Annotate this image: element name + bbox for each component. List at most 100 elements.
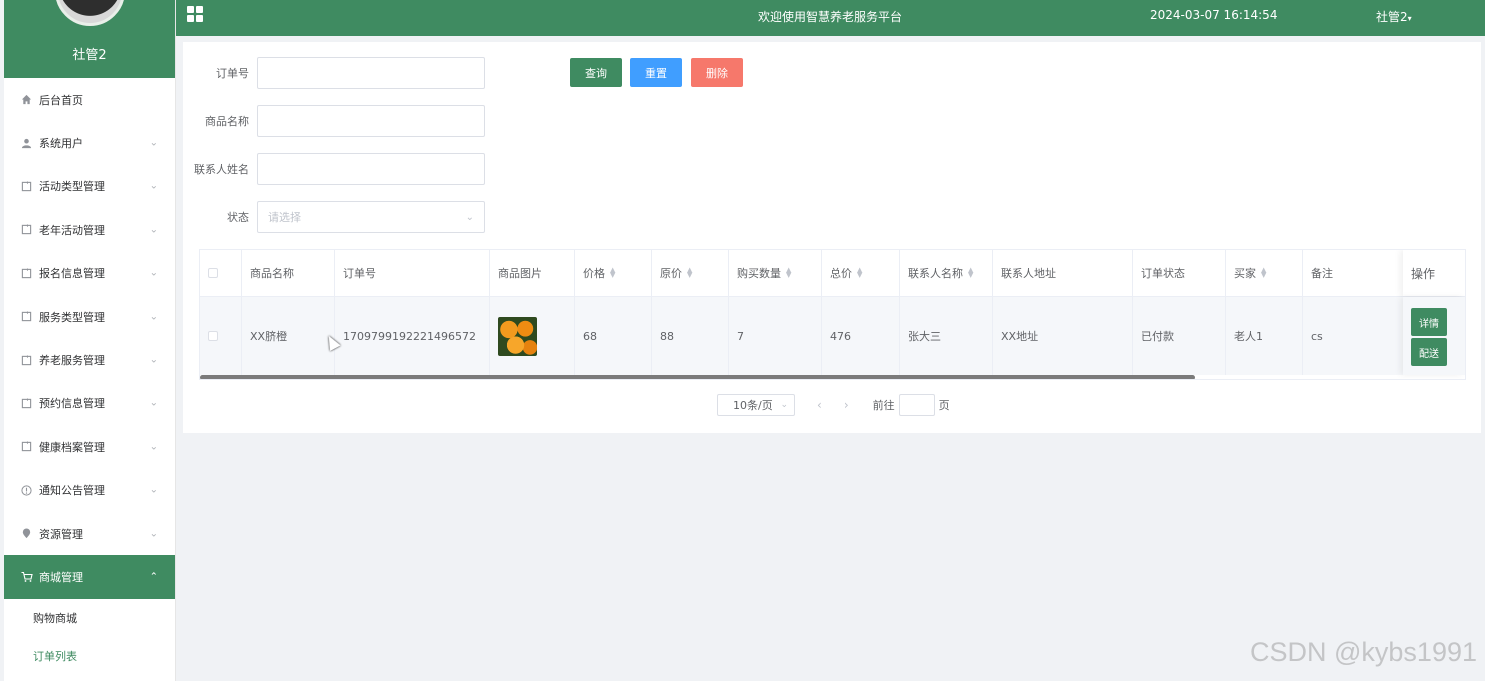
header-contact-name[interactable]: 联系人名称 ▲ ▼ xyxy=(900,250,993,296)
status-label: 状态 xyxy=(227,211,249,224)
sort-icon[interactable]: ▲ ▼ xyxy=(968,267,973,279)
home-icon xyxy=(20,93,33,106)
top-bar: 欢迎使用智慧养老服务平台 2024-03-07 16:14:54 社管2▾ xyxy=(176,0,1485,36)
header-buyer[interactable]: 买家 ▲ ▼ xyxy=(1226,250,1303,296)
document-icon xyxy=(20,223,33,236)
sidebar-item-system-users[interactable]: 系统用户 ⌄ xyxy=(4,121,175,164)
cell-quantity: 7 xyxy=(729,297,822,375)
cart-icon xyxy=(20,570,33,583)
current-datetime: 2024-03-07 16:14:54 xyxy=(1150,8,1278,22)
cell-order-status: 已付款 xyxy=(1133,297,1226,375)
header-original-price[interactable]: 原价 ▲ ▼ xyxy=(652,250,729,296)
sidebar-item-notices[interactable]: 通知公告管理 ⌄ xyxy=(4,469,175,512)
cell-product-image xyxy=(490,297,575,375)
chevron-down-icon: ⌄ xyxy=(149,137,158,149)
chevron-down-icon: ⌄ xyxy=(149,354,158,366)
user-dropdown[interactable]: 社管2▾ xyxy=(1376,8,1412,25)
cell-contact-address: XX地址 xyxy=(993,297,1133,375)
page-size-select[interactable]: 10条/页 ⌄ xyxy=(717,394,795,416)
horizontal-scrollbar[interactable] xyxy=(200,375,1195,379)
document-icon xyxy=(20,440,33,453)
sidebar-item-service-type[interactable]: 服务类型管理 ⌄ xyxy=(4,295,175,338)
row-select-cell xyxy=(200,297,242,375)
document-icon xyxy=(20,180,33,193)
header-price[interactable]: 价格 ▲ ▼ xyxy=(575,250,652,296)
sidebar-username: 社管2 xyxy=(72,48,107,63)
row-checkbox[interactable] xyxy=(208,331,218,341)
cell-actions: 详情 配送 xyxy=(1403,297,1465,375)
menu-grid-icon[interactable] xyxy=(187,6,203,22)
sidebar-item-label: 后台首页 xyxy=(39,93,83,107)
watermark: CSDN @kybs1991 xyxy=(1250,637,1477,667)
status-select[interactable]: 请选择 ⌄ xyxy=(257,201,485,233)
filter-status: 状态 请选择 ⌄ xyxy=(183,201,485,233)
query-button[interactable]: 查询 xyxy=(570,58,622,87)
table-header: 商品名称 订单号 商品图片 价格 ▲ ▼ 原价 ▲ ▼ 购买数量 ▲ ▼ 总价 ▲ ▼ 联系人名… xyxy=(200,250,1465,297)
sidebar-item-label: 老年活动管理 xyxy=(39,223,105,237)
goto-page-input[interactable] xyxy=(898,394,935,416)
sidebar-item-mall[interactable]: 商城管理 ⌃ xyxy=(4,555,175,599)
sort-icon[interactable]: ▲ ▼ xyxy=(786,267,791,279)
sidebar-item-label: 系统用户 xyxy=(39,137,83,151)
sidebar-item-label: 报名信息管理 xyxy=(39,267,105,281)
sidebar-item-appointment[interactable]: 预约信息管理 ⌄ xyxy=(4,382,175,425)
location-icon xyxy=(20,527,33,540)
header-label: 联系人名称 xyxy=(908,267,963,280)
contact-name-label: 联系人姓名 xyxy=(194,163,249,176)
product-name-label: 商品名称 xyxy=(205,115,249,128)
chevron-down-icon: ⌄ xyxy=(780,400,788,410)
contact-name-input[interactable] xyxy=(257,153,485,185)
sidebar-item-resources[interactable]: 资源管理 ⌄ xyxy=(4,512,175,555)
cell-product-name: XX脐橙 xyxy=(242,297,335,375)
delete-button[interactable]: 删除 xyxy=(691,58,743,87)
select-all-checkbox[interactable] xyxy=(208,268,218,278)
detail-button[interactable]: 详情 xyxy=(1411,308,1447,336)
header-label: 购买数量 xyxy=(737,267,781,280)
next-page-icon[interactable]: › xyxy=(844,398,849,412)
chevron-down-icon: ⌄ xyxy=(149,484,158,496)
chevron-down-icon: ⌄ xyxy=(149,224,158,236)
sort-icon[interactable]: ▲ ▼ xyxy=(857,267,862,279)
cell-total: 476 xyxy=(822,297,900,375)
goto-label: 前往 xyxy=(872,399,895,412)
table-row: XX脐橙 1709799192221496572 68 88 7 476 张大三… xyxy=(200,297,1465,375)
document-icon xyxy=(20,310,33,323)
sidebar-item-health-records[interactable]: 健康档案管理 ⌄ xyxy=(4,425,175,468)
sidebar-item-home[interactable]: 后台首页 xyxy=(4,78,175,121)
sidebar-item-elderly-activity[interactable]: 老年活动管理 ⌄ xyxy=(4,208,175,251)
sort-icon[interactable]: ▲ ▼ xyxy=(610,267,615,279)
header-quantity[interactable]: 购买数量 ▲ ▼ xyxy=(729,250,822,296)
sidebar-item-label: 资源管理 xyxy=(39,527,83,541)
content-panel: 订单号 商品名称 联系人姓名 状态 请选择 ⌄ 查询 重置 删除 商品名称 订单… xyxy=(183,42,1481,433)
chevron-down-icon: ⌄ xyxy=(465,211,474,223)
header-total[interactable]: 总价 ▲ ▼ xyxy=(822,250,900,296)
header-product-name: 商品名称 xyxy=(242,250,335,296)
sort-icon[interactable]: ▲ ▼ xyxy=(1261,267,1266,279)
orders-table: 商品名称 订单号 商品图片 价格 ▲ ▼ 原价 ▲ ▼ 购买数量 ▲ ▼ 总价 ▲ ▼ 联系人名… xyxy=(199,249,1466,380)
deliver-button[interactable]: 配送 xyxy=(1411,338,1447,366)
chevron-down-icon: ⌄ xyxy=(149,311,158,323)
header-label: 原价 xyxy=(660,267,682,280)
chevron-down-icon: ⌄ xyxy=(149,180,158,192)
reset-button[interactable]: 重置 xyxy=(630,58,682,87)
sidebar-item-elderly-service[interactable]: 养老服务管理 ⌄ xyxy=(4,338,175,381)
product-thumbnail[interactable] xyxy=(498,316,537,356)
document-icon xyxy=(20,397,33,410)
sidebar-item-label: 通知公告管理 xyxy=(39,484,105,498)
sidebar-subitem-shop[interactable]: 购物商城 xyxy=(4,599,175,637)
platform-title: 欢迎使用智慧养老服务平台 xyxy=(758,10,903,24)
sidebar-item-registration[interactable]: 报名信息管理 ⌄ xyxy=(4,252,175,295)
order-no-input[interactable] xyxy=(257,57,485,89)
sidebar-item-activity-type[interactable]: 活动类型管理 ⌄ xyxy=(4,165,175,208)
avatar[interactable] xyxy=(55,0,125,26)
chevron-down-icon: ⌄ xyxy=(149,441,158,453)
sidebar-item-label: 健康档案管理 xyxy=(39,440,105,454)
sidebar-item-label: 养老服务管理 xyxy=(39,354,105,368)
product-name-input[interactable] xyxy=(257,105,485,137)
user-name: 社管2 xyxy=(1376,10,1408,24)
prev-page-icon[interactable]: ‹ xyxy=(817,398,822,412)
header-order-status: 订单状态 xyxy=(1133,250,1226,296)
sidebar-subitem-order-list[interactable]: 订单列表 xyxy=(4,637,175,675)
cell-original-price: 88 xyxy=(652,297,729,375)
sort-icon[interactable]: ▲ ▼ xyxy=(687,267,692,279)
